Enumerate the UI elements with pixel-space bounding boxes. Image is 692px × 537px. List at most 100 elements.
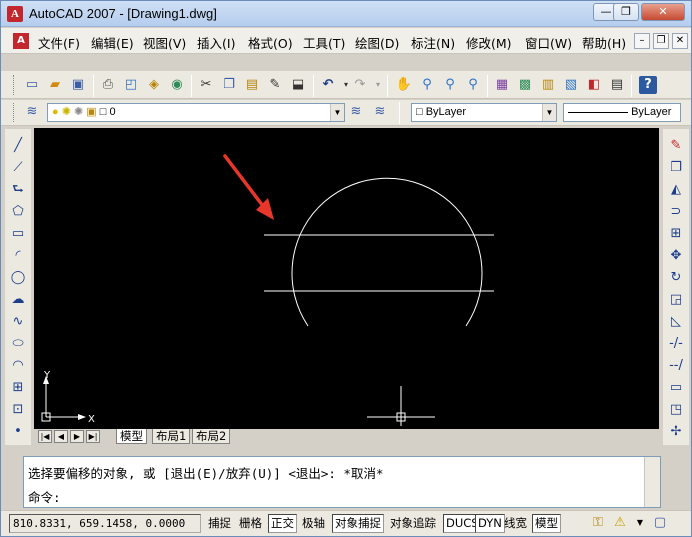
markup-icon[interactable]: ◧ [585, 76, 603, 94]
polar-toggle[interactable]: 极轴 [299, 514, 328, 533]
menu-draw[interactable]: 绘图(D) [355, 33, 399, 52]
menu-view[interactable]: 视图(V) [143, 33, 186, 52]
menu-tools[interactable]: 工具(T) [303, 33, 345, 52]
drawing-canvas[interactable]: Y X [34, 128, 659, 445]
command-prompt[interactable]: 命令: [28, 487, 61, 506]
tab-layout2[interactable]: 布局2 [192, 429, 231, 444]
polygon-icon[interactable]: ⬠ [9, 203, 27, 221]
warning-icon[interactable]: ⚠ [611, 514, 629, 532]
ellipse-arc-icon[interactable]: ◠ [9, 357, 27, 375]
menu-file[interactable]: 文件(F) [38, 33, 80, 52]
properties-icon[interactable]: ▦ [493, 76, 511, 94]
doc-restore-button[interactable]: ❐ [653, 33, 669, 49]
menu-dimension[interactable]: 标注(N) [411, 33, 455, 52]
doc-close-button[interactable]: ✕ [672, 33, 688, 49]
command-scrollbar[interactable] [644, 457, 660, 507]
circle-icon[interactable]: ◯ [9, 269, 27, 287]
paste-icon[interactable]: ▤ [243, 76, 261, 94]
next-tab-icon[interactable]: ▶ [70, 430, 84, 443]
arc-geometry[interactable] [291, 177, 483, 327]
menu-modify[interactable]: 修改(M) [466, 33, 512, 52]
previous-tab-icon[interactable]: ◀ [54, 430, 68, 443]
document-icon[interactable]: A [13, 33, 29, 49]
clean-screen-icon[interactable]: ▢ [651, 514, 669, 532]
first-tab-icon[interactable]: |◀ [38, 430, 52, 443]
menu-help[interactable]: 帮助(H) [582, 33, 626, 52]
grid-toggle[interactable]: 栅格 [236, 514, 265, 533]
lineweight-toggle[interactable]: 线宽 [501, 514, 530, 533]
color-control-combo[interactable]: □ ByLayer ▼ [411, 103, 557, 122]
erase-icon[interactable]: ✎ [667, 137, 685, 155]
plot-icon[interactable]: ◉ [168, 76, 186, 94]
save-icon[interactable]: ▣ [69, 76, 87, 94]
chamfer-icon[interactable]: ◳ [667, 401, 685, 419]
lock-icon[interactable]: ⚿ [589, 514, 607, 532]
open-folder-icon[interactable]: ▰ [46, 76, 64, 94]
construction-line-icon[interactable]: ⟋ [9, 159, 27, 177]
menu-format[interactable]: 格式(O) [248, 33, 293, 52]
polyline-icon[interactable]: ⮑ [9, 181, 27, 199]
new-file-icon[interactable]: ▭ [23, 76, 41, 94]
move-icon[interactable]: ✥ [667, 247, 685, 265]
copy-object-icon[interactable]: ❐ [667, 159, 685, 177]
zoom-realtime-icon[interactable]: ⚲ [418, 76, 436, 94]
zoom-window-icon[interactable]: ⚲ [441, 76, 459, 94]
coordinate-display[interactable]: 810.8331, 659.1458, 0.0000 [9, 514, 201, 533]
chevron-down-icon[interactable]: ▼ [631, 514, 649, 532]
print-preview-icon[interactable]: ◰ [122, 76, 140, 94]
layer-combo[interactable]: ● ✺ ✺ ▣ □ 0 ▼ [47, 103, 345, 122]
rotate-icon[interactable]: ↻ [667, 269, 685, 287]
quick-calc-icon[interactable]: ▤ [608, 76, 626, 94]
scale-icon[interactable]: ◲ [667, 291, 685, 309]
ortho-toggle[interactable]: 正交 [268, 514, 297, 533]
insert-block-icon[interactable]: ⊞ [9, 379, 27, 397]
array-icon[interactable]: ⊞ [667, 225, 685, 243]
chevron-down-icon[interactable]: ▼ [542, 104, 556, 121]
tab-layout1[interactable]: 布局1 [152, 429, 191, 444]
tool-palettes-icon[interactable]: ▥ [539, 76, 557, 94]
stretch-icon[interactable]: ◺ [667, 313, 685, 331]
match-properties-icon[interactable]: ✎ [266, 76, 284, 94]
sheet-set-icon[interactable]: ▧ [562, 76, 580, 94]
break-icon[interactable]: ▭ [667, 379, 685, 397]
make-object-layer-current-icon[interactable]: ≋ [347, 103, 365, 121]
restore-button[interactable]: ❐ [613, 3, 639, 21]
redo-icon[interactable]: ↷ [351, 76, 369, 94]
otrack-toggle[interactable]: 对象追踪 [387, 514, 439, 533]
chevron-down-icon[interactable]: ▼ [330, 104, 344, 121]
design-center-icon[interactable]: ▩ [516, 76, 534, 94]
make-block-icon[interactable]: ⊡ [9, 401, 27, 419]
toolbar-grip[interactable] [13, 103, 16, 122]
doc-minimize-button[interactable]: – [634, 33, 650, 49]
menu-insert[interactable]: 插入(I) [197, 33, 235, 52]
explode-icon[interactable]: ✢ [667, 423, 685, 441]
revision-cloud-icon[interactable]: ☁ [9, 291, 27, 309]
block-editor-icon[interactable]: ⬓ [289, 76, 307, 94]
trim-icon[interactable]: -/- [667, 335, 685, 353]
toolbar-grip[interactable] [13, 75, 16, 95]
mirror-icon[interactable]: ◭ [667, 181, 685, 199]
publish-icon[interactable]: ◈ [145, 76, 163, 94]
layer-previous-icon[interactable]: ≋ [371, 103, 389, 121]
line-icon[interactable]: ╱ [9, 137, 27, 155]
pan-icon[interactable]: ✋ [395, 76, 413, 94]
point-icon[interactable]: • [9, 423, 27, 441]
arc-icon[interactable]: ◜ [9, 247, 27, 265]
redo-dropdown-icon[interactable]: ▾ [369, 76, 387, 94]
extend-icon[interactable]: --/ [667, 357, 685, 375]
command-window[interactable]: 选择要偏移的对象, 或 [退出(E)/放弃(U)] <退出>: *取消* 命令: [23, 456, 661, 508]
last-tab-icon[interactable]: ▶| [86, 430, 100, 443]
close-button[interactable]: ✕ [641, 3, 685, 21]
snap-toggle[interactable]: 捕捉 [205, 514, 234, 533]
rectangle-icon[interactable]: ▭ [9, 225, 27, 243]
menu-window[interactable]: 窗口(W) [525, 33, 572, 52]
copy-icon[interactable]: ❐ [220, 76, 238, 94]
zoom-previous-icon[interactable]: ⚲ [464, 76, 482, 94]
tab-model[interactable]: 模型 [116, 429, 147, 444]
menu-edit[interactable]: 编辑(E) [91, 33, 134, 52]
spline-icon[interactable]: ∿ [9, 313, 27, 331]
layer-manager-icon[interactable]: ≋ [23, 103, 41, 121]
print-icon[interactable]: ⎙ [99, 76, 117, 94]
linetype-control-combo[interactable]: ByLayer [563, 103, 681, 122]
osnap-toggle[interactable]: 对象捕捉 [332, 514, 384, 533]
